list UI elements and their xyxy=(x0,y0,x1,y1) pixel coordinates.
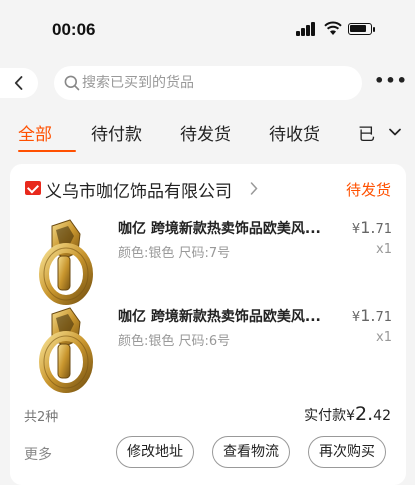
tab-pending-shipment[interactable]: 待发货 xyxy=(180,120,231,145)
tab-more[interactable]: 已 xyxy=(358,120,375,145)
item-price: ¥1.71 xyxy=(351,306,392,325)
ring-product-image xyxy=(39,307,93,393)
item-quantity: x1 xyxy=(376,330,392,345)
more-button[interactable]: ••• xyxy=(372,68,410,98)
more-actions-link[interactable]: 更多 xyxy=(24,444,52,464)
tab-pending-receipt[interactable]: 待收货 xyxy=(269,120,320,145)
item-spec: 颜色:银色 尺码:7号 xyxy=(118,246,231,261)
chevron-down-icon[interactable] xyxy=(389,128,401,136)
order-status: 待发货 xyxy=(345,181,391,199)
modify-address-button[interactable]: 修改地址 xyxy=(116,436,194,468)
kind-count: 共2种 xyxy=(24,410,59,425)
order-card[interactable]: 义乌市咖亿饰品有限公司 待发货 咖亿 跨境新款热卖饰品欧美风... 颜色:银色 … xyxy=(10,164,406,485)
back-button[interactable] xyxy=(0,68,38,98)
status-time: 00:06 xyxy=(52,20,96,39)
order-item[interactable]: 咖亿 跨境新款热卖饰品欧美风... 颜色:银色 尺码:7号 ¥1.71 x1 xyxy=(10,210,406,310)
search-row: ••• xyxy=(0,64,415,102)
battery-icon xyxy=(348,23,372,35)
search-icon xyxy=(64,75,80,91)
search-input[interactable] xyxy=(82,66,352,100)
active-tab-indicator xyxy=(18,150,76,152)
item-spec: 颜色:银色 尺码:6号 xyxy=(118,334,231,349)
order-actions: 更多 修改地址 查看物流 再次购买 xyxy=(10,436,406,472)
buy-again-button[interactable]: 再次购买 xyxy=(308,436,386,468)
item-price: ¥1.71 xyxy=(351,218,392,237)
signal-icon xyxy=(296,22,318,36)
item-quantity: x1 xyxy=(376,242,392,257)
shop-row[interactable]: 义乌市咖亿饰品有限公司 待发货 xyxy=(10,164,406,210)
shop-icon xyxy=(25,181,41,195)
ring-product-image xyxy=(39,219,93,305)
tab-all[interactable]: 全部 xyxy=(18,120,52,145)
order-summary: 共2种 实付款¥2.42 xyxy=(10,400,406,428)
item-title[interactable]: 咖亿 跨境新款热卖饰品欧美风... xyxy=(118,306,334,326)
view-logistics-button[interactable]: 查看物流 xyxy=(212,436,290,468)
status-bar: 00:06 xyxy=(0,0,415,58)
item-title[interactable]: 咖亿 跨境新款热卖饰品欧美风... xyxy=(118,218,334,238)
shop-name[interactable]: 义乌市咖亿饰品有限公司 xyxy=(45,177,232,202)
order-item[interactable]: 咖亿 跨境新款热卖饰品欧美风... 颜色:银色 尺码:6号 ¥1.71 x1 xyxy=(10,298,406,398)
order-tabs: 全部 待付款 待发货 待收货 已 xyxy=(0,110,415,156)
chevron-right-icon xyxy=(250,182,258,195)
paid-total: 实付款¥2.42 xyxy=(304,403,391,425)
tab-pending-payment[interactable]: 待付款 xyxy=(91,120,142,145)
search-box[interactable] xyxy=(54,66,362,100)
wifi-icon xyxy=(324,21,342,35)
chevron-left-icon xyxy=(14,76,23,90)
